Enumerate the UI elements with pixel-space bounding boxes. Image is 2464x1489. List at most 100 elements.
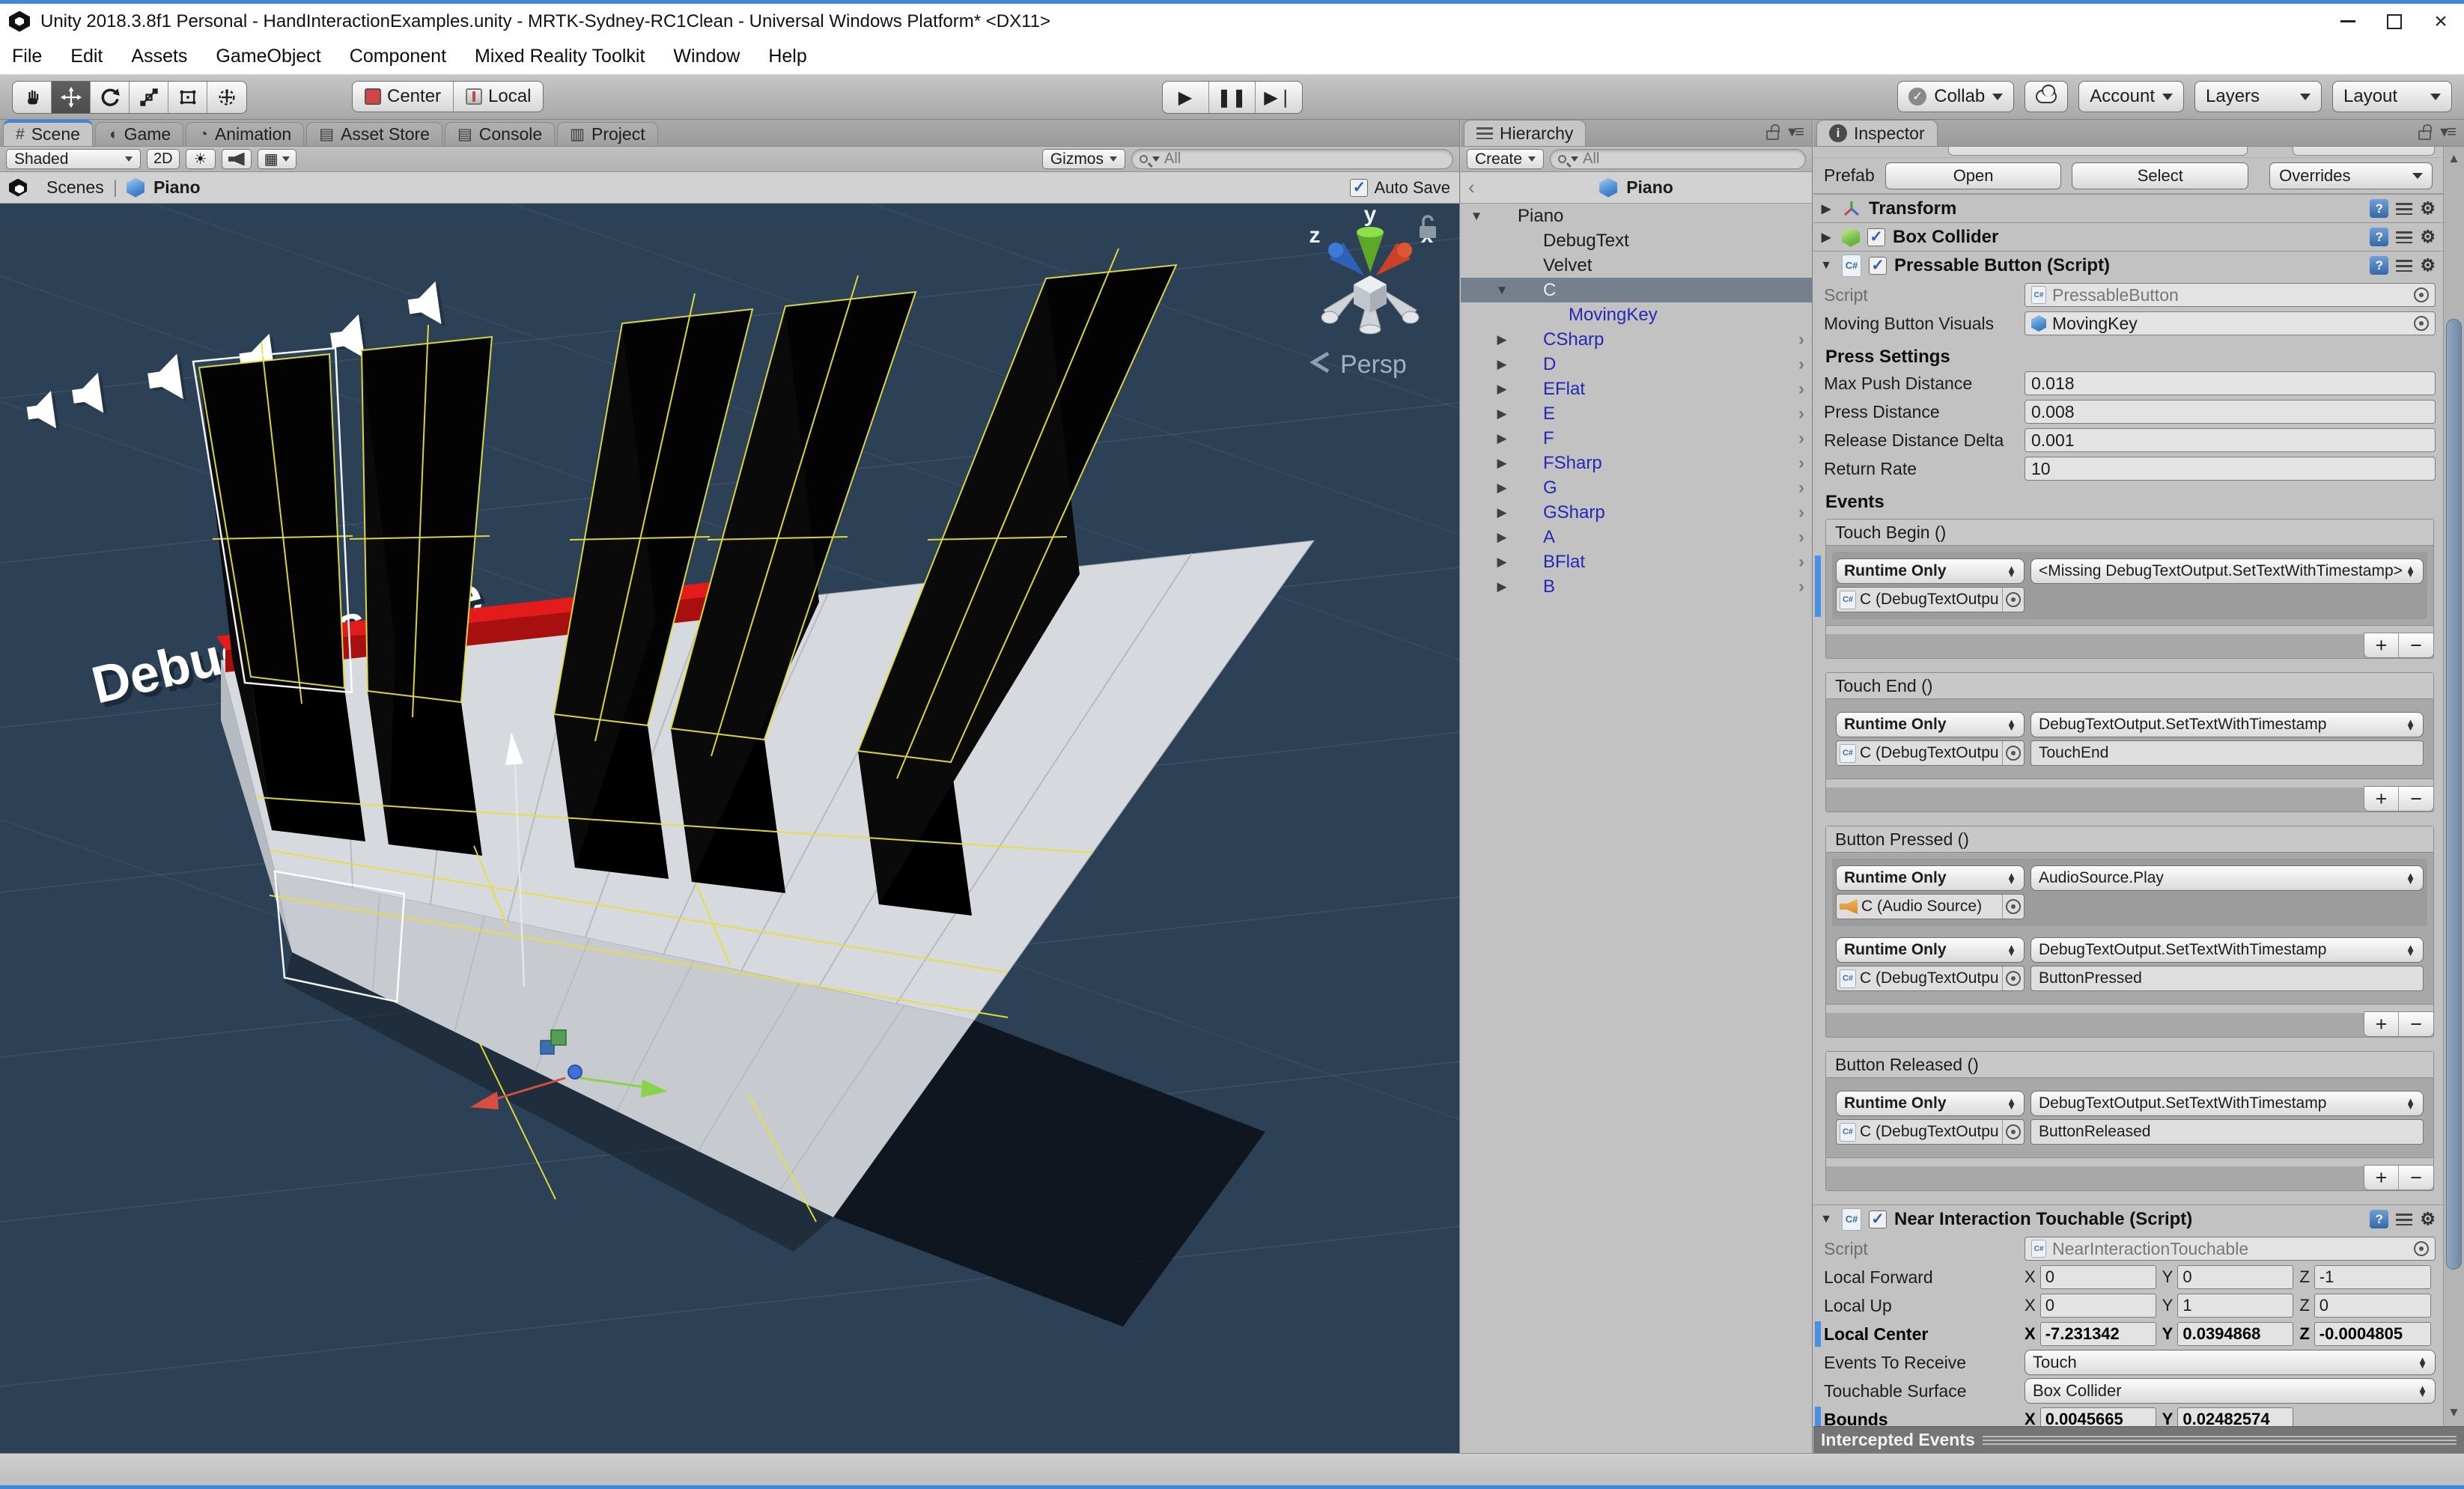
help-icon[interactable]: ? bbox=[2370, 256, 2389, 275]
expand-arrow[interactable]: ▶ bbox=[1492, 431, 1512, 446]
step-button[interactable]: ▶❘ bbox=[1256, 82, 1302, 113]
setting-value-field[interactable]: 0.001 bbox=[2025, 428, 2436, 452]
event-target-object-field[interactable]: C# C (DebugTextOutput) bbox=[1836, 1119, 2025, 1145]
component-enabled-checkbox[interactable]: ✓ bbox=[1869, 1210, 1887, 1228]
hierarchy-item[interactable]: ▶ B › bbox=[1461, 574, 1812, 599]
menu-item[interactable]: GameObject bbox=[216, 46, 320, 67]
hierarchy-item[interactable]: ▶ BFlat › bbox=[1461, 549, 1812, 574]
expand-arrow[interactable]: ▶ bbox=[1492, 456, 1512, 471]
preset-icon[interactable] bbox=[2396, 259, 2413, 272]
create-dropdown[interactable]: Create bbox=[1467, 149, 1545, 169]
axis-value-field[interactable]: 0 bbox=[2039, 1294, 2156, 1318]
expand-arrow[interactable]: ▶ bbox=[1492, 332, 1512, 347]
back-chevron-icon[interactable]: ‹ bbox=[1468, 176, 1475, 199]
event-function-dropdown[interactable]: DebugTextOutput.SetTextWithTimestamp ▲ ▼ bbox=[2030, 712, 2424, 737]
axis-value-field[interactable]: 1 bbox=[2177, 1294, 2294, 1318]
enum-dropdown[interactable]: Touch ▲ ▼ bbox=[2025, 1350, 2436, 1375]
hierarchy-item[interactable]: ▶ CSharp › bbox=[1461, 327, 1812, 352]
axis-value-field[interactable]: -0.0004805 bbox=[2314, 1322, 2432, 1346]
object-picker-icon[interactable] bbox=[2414, 316, 2429, 331]
scale-tool-button[interactable] bbox=[130, 82, 168, 113]
audio-toggle-button[interactable] bbox=[221, 149, 252, 169]
object-picker-icon[interactable] bbox=[2006, 746, 2021, 761]
event-add-button[interactable]: + bbox=[2364, 1012, 2399, 1036]
shading-mode-dropdown[interactable]: Shaded bbox=[6, 149, 141, 169]
axis-value-field[interactable]: 0 bbox=[2314, 1294, 2432, 1318]
prefab-select-button[interactable]: Select bbox=[2072, 162, 2249, 189]
expand-arrow[interactable]: ▶ bbox=[1492, 406, 1512, 421]
object-picker-icon[interactable] bbox=[2006, 1124, 2021, 1139]
hierarchy-item[interactable]: ▶ E › bbox=[1461, 401, 1812, 426]
cloud-services-button[interactable] bbox=[2025, 81, 2069, 112]
intercepted-events-bar[interactable]: Intercepted Events bbox=[1813, 1426, 2464, 1453]
expand-arrow[interactable]: ▶ bbox=[1492, 357, 1512, 372]
close-button[interactable]: × bbox=[2418, 4, 2464, 39]
prefab-overrides-dropdown[interactable]: Overrides bbox=[2269, 162, 2433, 189]
fold-arrow[interactable]: ▶ bbox=[1818, 201, 1834, 216]
pivot-center-toggle[interactable]: Center bbox=[353, 82, 454, 112]
prefab-chevron-icon[interactable]: › bbox=[1798, 552, 1804, 573]
panel-tab[interactable]: ◖ Game bbox=[94, 122, 184, 146]
expand-arrow[interactable]: ▼ bbox=[1467, 209, 1486, 224]
panel-tab[interactable]: ▤ Asset Store bbox=[306, 122, 442, 146]
expand-arrow[interactable]: ▶ bbox=[1492, 530, 1512, 545]
event-remove-button[interactable]: − bbox=[2399, 1012, 2433, 1036]
event-add-button[interactable]: + bbox=[2364, 1166, 2399, 1190]
help-icon[interactable]: ? bbox=[2370, 228, 2389, 246]
event-remove-button[interactable]: − bbox=[2399, 1166, 2433, 1190]
event-argument-field[interactable]: TouchEnd bbox=[2030, 740, 2424, 766]
hierarchy-item[interactable]: ▶ F › bbox=[1461, 426, 1812, 451]
hierarchy-search-input[interactable] bbox=[1583, 150, 1798, 168]
axis-local-toggle[interactable]: Local bbox=[454, 82, 543, 112]
rect-tool-button[interactable] bbox=[168, 82, 207, 113]
move-tool-button[interactable] bbox=[52, 82, 91, 113]
event-target-object-field[interactable]: C# C (Audio Source) bbox=[1836, 894, 2025, 919]
event-add-button[interactable]: + bbox=[2364, 787, 2399, 811]
pause-button[interactable]: ❚❚ bbox=[1209, 82, 1256, 113]
preset-icon[interactable] bbox=[2396, 202, 2413, 215]
menu-item[interactable]: Help bbox=[768, 46, 806, 67]
expand-arrow[interactable]: ▶ bbox=[1492, 481, 1512, 496]
scene-orientation-gizmo[interactable]: y x z Persp bbox=[1309, 204, 1437, 379]
hierarchy-item[interactable]: ▼ Piano › bbox=[1461, 204, 1812, 228]
hierarchy-item[interactable]: ▶ EFlat › bbox=[1461, 377, 1812, 401]
effects-dropdown-button[interactable]: ▦ bbox=[257, 149, 297, 169]
prefab-chevron-icon[interactable]: › bbox=[1798, 354, 1804, 375]
object-picker-icon[interactable] bbox=[2006, 971, 2021, 986]
event-target-object-field[interactable]: C# C (DebugTextOutput) bbox=[1836, 587, 2025, 612]
moving-button-visuals-field[interactable]: MovingKey bbox=[2025, 311, 2436, 335]
menu-item[interactable]: Assets bbox=[131, 46, 187, 67]
axis-value-field[interactable]: 0 bbox=[2039, 1265, 2156, 1289]
script-object-field[interactable]: C# NearInteractionTouchable bbox=[2025, 1237, 2436, 1261]
gear-icon[interactable]: ⚙ bbox=[2420, 1211, 2436, 1228]
expand-arrow[interactable]: ▼ bbox=[1492, 283, 1512, 298]
axis-value-field[interactable]: -1 bbox=[2314, 1265, 2432, 1289]
maximize-button[interactable] bbox=[2371, 4, 2418, 39]
inspector-scrollbar[interactable]: ▲ ▼ bbox=[2443, 147, 2464, 1453]
2d-toggle-button[interactable]: 2D bbox=[147, 149, 180, 169]
prefab-chevron-icon[interactable]: › bbox=[1798, 576, 1804, 597]
enum-dropdown[interactable]: Box Collider ▲ ▼ bbox=[2025, 1378, 2436, 1404]
layers-dropdown[interactable]: Layers bbox=[2194, 81, 2322, 112]
panel-menu-icon[interactable]: ▾≡ bbox=[1788, 122, 1804, 141]
expand-arrow[interactable]: ▶ bbox=[1492, 579, 1512, 594]
gear-icon[interactable]: ⚙ bbox=[2420, 200, 2436, 217]
scroll-down-icon[interactable]: ▼ bbox=[2444, 1405, 2464, 1420]
axis-value-field[interactable]: 0.0394868 bbox=[2177, 1322, 2294, 1346]
help-icon[interactable]: ? bbox=[2370, 199, 2389, 218]
prefab-chevron-icon[interactable]: › bbox=[1798, 428, 1804, 449]
prefab-open-button[interactable]: Open bbox=[1884, 162, 2062, 189]
scroll-up-icon[interactable]: ▲ bbox=[2444, 151, 2464, 166]
menu-item[interactable]: Edit bbox=[70, 46, 103, 67]
prefab-chevron-icon[interactable]: › bbox=[1798, 502, 1804, 523]
hierarchy-item[interactable]: ▶ GSharp › bbox=[1461, 500, 1812, 525]
transform-component-header[interactable]: ▶ Transform ? ⚙ bbox=[1813, 194, 2443, 222]
hierarchy-item[interactable]: ▶ A › bbox=[1461, 525, 1812, 549]
hierarchy-item[interactable]: DebugText › bbox=[1461, 228, 1812, 253]
help-icon[interactable]: ? bbox=[2370, 1210, 2389, 1228]
gear-icon[interactable]: ⚙ bbox=[2420, 228, 2436, 246]
panel-tab[interactable]: ▥ Project bbox=[557, 122, 658, 146]
axis-value-field[interactable]: -7.231342 bbox=[2039, 1322, 2156, 1346]
menu-item[interactable]: Window bbox=[673, 46, 740, 67]
hierarchy-item[interactable]: Velvet › bbox=[1461, 253, 1812, 278]
